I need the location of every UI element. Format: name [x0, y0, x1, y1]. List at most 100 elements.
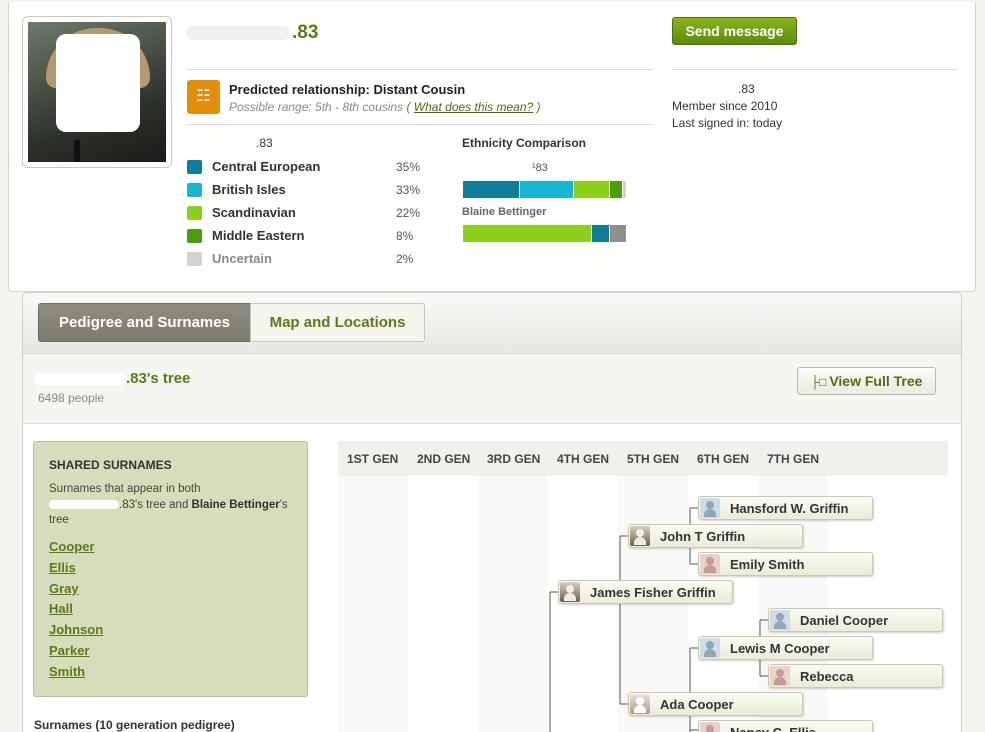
ethnicity-percent: 33%	[396, 183, 421, 197]
redacted-name	[49, 499, 119, 509]
ethnicity-name: British Isles	[212, 182, 286, 197]
silhouette-body	[634, 705, 646, 713]
surname-link[interactable]: Johnson	[49, 620, 103, 641]
silhouette-body	[704, 509, 716, 517]
ethnicity-row: British Isles 33%	[187, 180, 427, 203]
comparison-user-label: ¹83	[532, 162, 548, 174]
comparison-segment	[573, 181, 610, 198]
tree-people-count: 6498 people	[38, 391, 105, 405]
silhouette-body	[704, 565, 716, 573]
comparison-segment	[591, 225, 610, 242]
silhouette-body	[564, 593, 576, 601]
person-name: Lewis M Cooper	[730, 641, 830, 656]
username-text: .83	[292, 22, 319, 43]
paren-open: (	[406, 100, 411, 114]
ethnicity-row: Uncertain 2%	[187, 249, 427, 272]
silhouette-body	[774, 621, 786, 629]
person-name: Ada Cooper	[660, 697, 734, 712]
desc-user: .83	[119, 498, 135, 511]
person-avatar-icon	[700, 554, 720, 574]
ethnicity-list: Central European 35% British Isles 33% Scand…	[187, 157, 427, 272]
surname-link[interactable]: Ellis	[49, 558, 103, 579]
photo-mic	[74, 140, 80, 162]
generation-label: 3RD GEN	[487, 452, 541, 466]
person-avatar-icon	[630, 526, 650, 546]
surname-link[interactable]: Smith	[49, 662, 103, 683]
generation-label: 2ND GEN	[417, 452, 471, 466]
redacted-name	[186, 25, 290, 40]
divider	[672, 69, 958, 70]
person-avatar-icon	[700, 638, 720, 658]
ethnicity-swatch	[187, 252, 202, 266]
range-text: Possible range: 5th - 8th cousins	[229, 100, 404, 114]
ethnicity-name: Middle Eastern	[212, 228, 305, 243]
silhouette-head	[706, 725, 714, 732]
shared-surnames-title: SHARED SURNAMES	[49, 458, 172, 472]
what-does-this-mean-link[interactable]: What does this mean?	[414, 100, 533, 114]
ethnicity-user-label: .83	[186, 136, 273, 150]
comparison-segment	[609, 181, 623, 198]
surname-link[interactable]: Cooper	[49, 537, 103, 558]
person-node[interactable]: Nancy C. Ellis	[698, 720, 873, 732]
ethnicity-row: Central European 35%	[187, 157, 427, 180]
silhouette-body	[634, 537, 646, 545]
silhouette-body	[704, 649, 716, 657]
tree-icon: ├□	[810, 375, 827, 389]
view-full-tree-button[interactable]: ├□ View Full Tree	[797, 367, 936, 395]
generation-column	[408, 476, 478, 732]
person-node[interactable]: Hansford W. Griffin	[698, 496, 873, 520]
person-node[interactable]: Lewis M Cooper	[698, 636, 873, 660]
photo-redaction	[56, 34, 140, 132]
ethnicity-percent: 22%	[396, 206, 421, 220]
surname-link[interactable]: Gray	[49, 579, 103, 600]
person-avatar-icon	[560, 582, 580, 602]
generation-label: 1ST GEN	[347, 452, 399, 466]
divider	[186, 124, 652, 125]
comparison-other-label: Blaine Bettinger	[462, 206, 547, 218]
ethnicity-swatch	[187, 183, 202, 197]
tree-title-text: .83's tree	[126, 370, 191, 387]
member-since: Member since 2010	[672, 99, 778, 113]
generation-label: 7TH GEN	[767, 452, 820, 466]
surname-link[interactable]: Hall	[49, 599, 103, 620]
person-name: Nancy C. Ellis	[730, 725, 816, 732]
person-node[interactable]: Ada Cooper	[628, 692, 803, 716]
ethnicity-percent: 35%	[396, 160, 421, 174]
ethnicity-comparison-title: Ethnicity Comparison	[462, 136, 587, 150]
comparison-segment	[463, 225, 592, 242]
profile-photo[interactable]	[22, 16, 172, 168]
ethnicity-row: Scandinavian 22%	[187, 203, 427, 226]
surname-link[interactable]: Parker	[49, 641, 103, 662]
person-node[interactable]: John T Griffin	[628, 524, 803, 548]
member-meta: .83 Member since 2010 Last signed in: to…	[672, 81, 782, 132]
profile-username: .83	[186, 22, 318, 44]
send-message-button[interactable]: Send message	[672, 17, 797, 45]
tab-map-and-locations[interactable]: Map and Locations	[250, 303, 425, 342]
surnames-footer: Surnames (10 generation pedigree)	[34, 718, 235, 732]
ethnicity-swatch	[187, 206, 202, 220]
person-node[interactable]: Daniel Cooper	[768, 608, 943, 632]
shared-surnames-description: Surnames that appear in both .83's tree a…	[49, 482, 289, 529]
generation-label: 5TH GEN	[627, 452, 680, 466]
generation-column	[548, 476, 618, 732]
ethnicity-percent: 8%	[396, 229, 414, 243]
comparison-segment	[520, 181, 574, 198]
tab-pedigree-and-surnames[interactable]: Pedigree and Surnames	[38, 303, 251, 342]
tree-title[interactable]: .83's tree	[34, 370, 190, 387]
comparison-segment	[609, 225, 626, 242]
person-node[interactable]: James Fisher Griffin	[558, 580, 733, 604]
ethnicity-percent: 2%	[396, 252, 414, 266]
shared-surnames-list: Cooper Ellis Gray Hall Johnson Parker Smith	[49, 537, 103, 683]
redacted-name	[186, 139, 256, 147]
person-node[interactable]: Emily Smith	[698, 552, 873, 576]
meta-username: .83	[672, 81, 782, 98]
person-name: Rebecca	[800, 669, 854, 684]
page: .83 ☷ Predicted relationship: Distant Co…	[0, 0, 985, 732]
person-avatar-icon	[770, 666, 790, 686]
desc-other-user: Blaine Bettinger	[191, 498, 280, 511]
person-node[interactable]: Rebecca	[768, 664, 943, 688]
redacted-name	[672, 85, 738, 93]
silhouette-head	[706, 641, 714, 649]
generation-label: 4TH GEN	[557, 452, 610, 466]
profile-photo-image	[28, 22, 166, 162]
